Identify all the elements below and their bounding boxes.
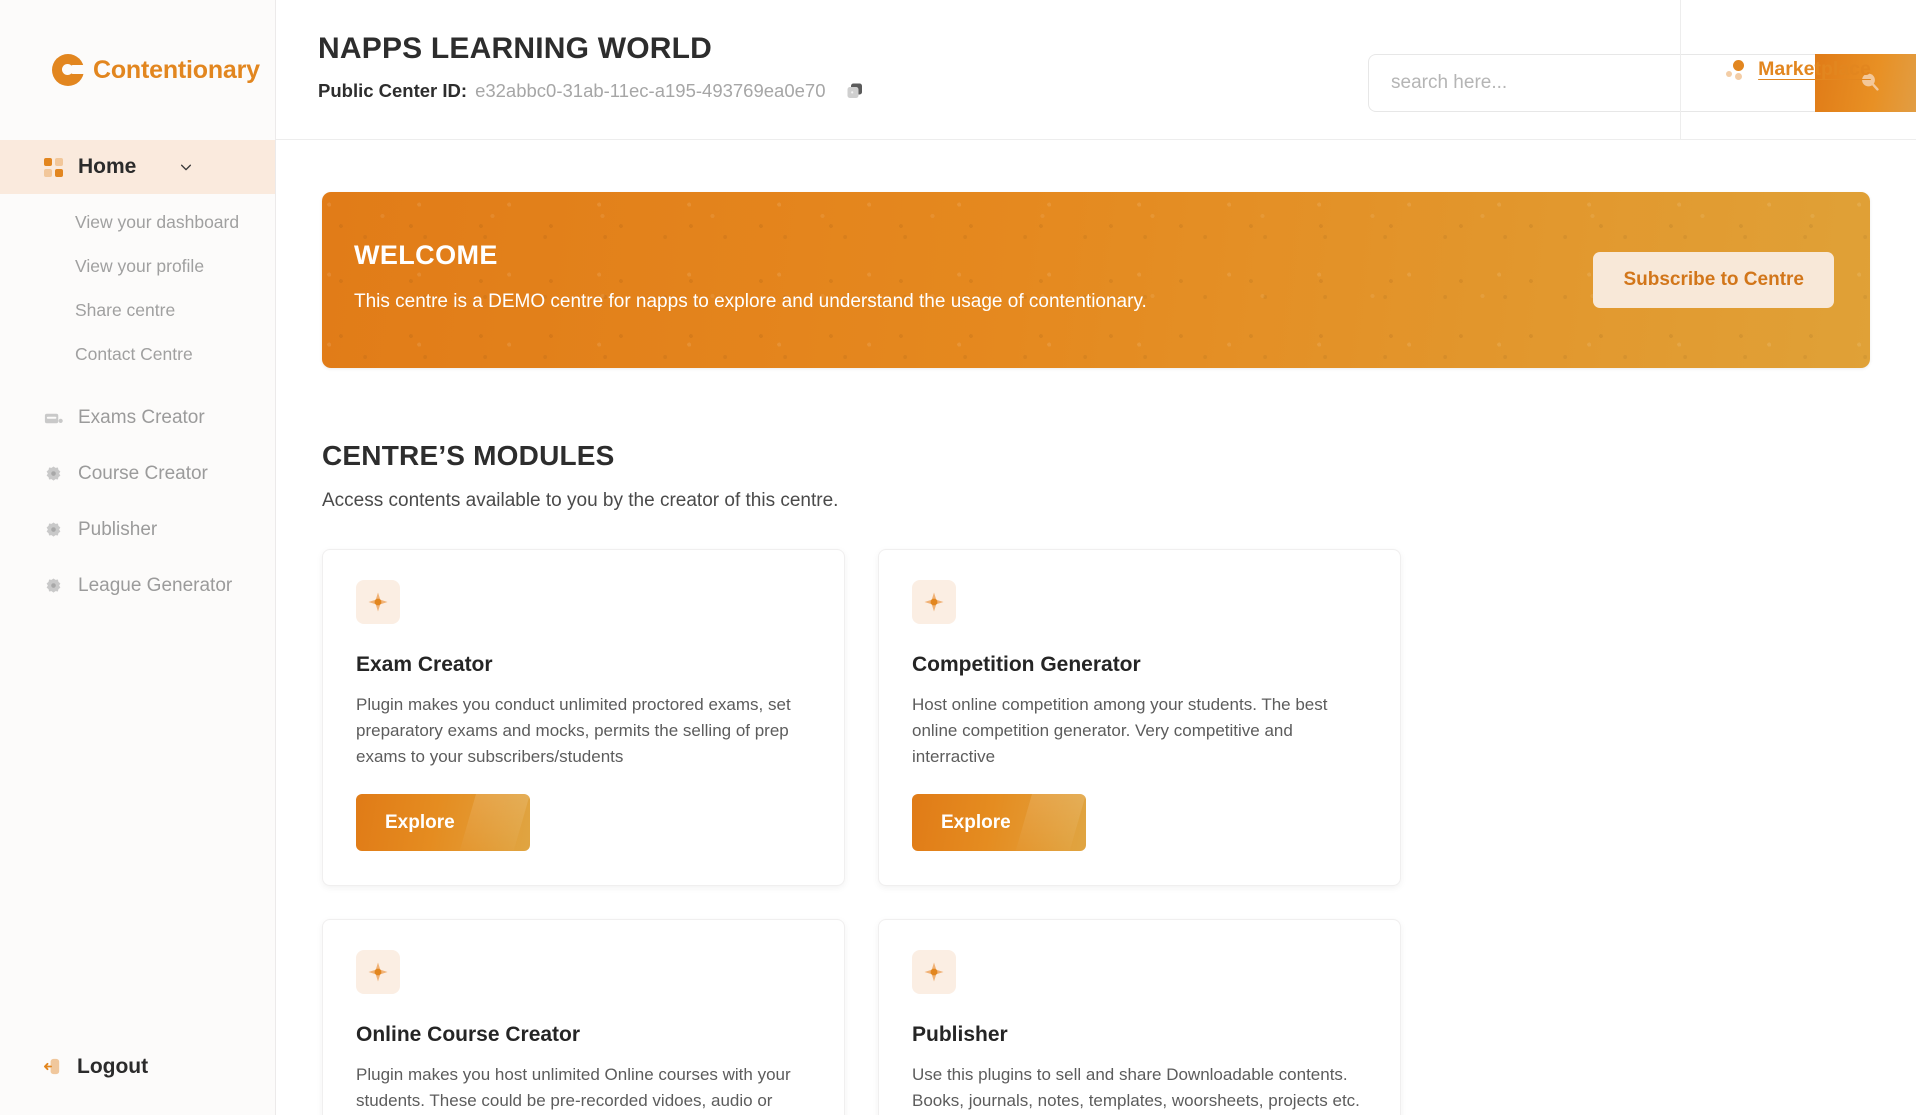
modules-card-grid: Exam Creator Plugin makes you conduct un… bbox=[322, 549, 1870, 1115]
league-generator-icon bbox=[42, 575, 64, 597]
course-creator-icon bbox=[42, 463, 64, 485]
module-card-description: Use this plugins to sell and share Downl… bbox=[912, 1065, 1360, 1110]
explore-button[interactable]: Explore bbox=[356, 794, 530, 851]
marketplace-dots-icon bbox=[1726, 59, 1748, 81]
sidebar-item-home-label: Home bbox=[78, 155, 137, 178]
contentionary-logo-icon bbox=[52, 54, 85, 86]
sidebar-item-home[interactable]: Home bbox=[0, 140, 275, 194]
target-module-icon bbox=[356, 950, 400, 994]
module-card[interactable]: Online Course Creator Plugin makes you h… bbox=[322, 919, 845, 1115]
target-module-icon bbox=[356, 580, 400, 624]
sidebar-item-share-centre[interactable]: Share centre bbox=[0, 288, 275, 332]
page-content: WELCOME This centre is a DEMO centre for… bbox=[276, 140, 1916, 1115]
sidebar-item-publisher-label: Publisher bbox=[78, 519, 158, 540]
exams-creator-icon bbox=[42, 407, 64, 429]
logout-label: Logout bbox=[77, 1055, 149, 1078]
page-title: NAPPS LEARNING WORLD bbox=[318, 32, 712, 65]
grid-dots-icon bbox=[42, 156, 64, 178]
marketplace-label: Marketplace bbox=[1758, 58, 1871, 80]
module-card[interactable]: Exam Creator Plugin makes you conduct un… bbox=[322, 549, 845, 886]
logout-button[interactable]: Logout bbox=[42, 1055, 275, 1079]
module-card-title: Competition Generator bbox=[912, 653, 1141, 676]
module-card-description: Plugin makes you conduct unlimited proct… bbox=[356, 695, 791, 766]
public-center-id-value: e32abbc0-31ab-11ec-a195-493769ea0e70 bbox=[475, 80, 826, 101]
brand-logo[interactable]: Contentionary bbox=[0, 0, 275, 140]
module-card[interactable]: Competition Generator Host online compet… bbox=[878, 549, 1401, 886]
publisher-icon bbox=[42, 519, 64, 541]
sidebar: Contentionary Home View your dashboard V… bbox=[0, 0, 276, 1115]
sidebar-item-league-generator-label: League Generator bbox=[78, 575, 233, 596]
sidebar-item-contact-centre[interactable]: Contact Centre bbox=[0, 332, 275, 376]
module-card-title: Exam Creator bbox=[356, 653, 493, 676]
logout-icon bbox=[42, 1056, 64, 1078]
sidebar-item-view-your-profile[interactable]: View your profile bbox=[0, 244, 275, 288]
marketplace-link[interactable]: Marketplace bbox=[1680, 0, 1916, 139]
module-card-title: Publisher bbox=[912, 1023, 1008, 1046]
copy-icon[interactable] bbox=[844, 80, 866, 102]
subscribe-to-centre-button[interactable]: Subscribe to Centre bbox=[1593, 252, 1834, 308]
target-module-icon bbox=[912, 580, 956, 624]
module-card-description: Plugin makes you host unlimited Online c… bbox=[356, 1065, 791, 1110]
modules-section-subtitle: Access contents available to you by the … bbox=[322, 490, 839, 511]
sidebar-subnav-home: View your dashboard View your profile Sh… bbox=[0, 194, 275, 376]
module-card-title: Online Course Creator bbox=[356, 1023, 581, 1046]
sidebar-item-exams-creator-label: Exams Creator bbox=[78, 407, 205, 428]
public-center-id-label: Public Center ID: bbox=[318, 80, 468, 101]
sidebar-item-course-creator-label: Course Creator bbox=[78, 463, 208, 484]
title-block: NAPPS LEARNING WORLD Public Center ID: e… bbox=[276, 0, 866, 102]
chevron-down-icon[interactable] bbox=[179, 160, 193, 174]
sidebar-item-league-generator[interactable]: League Generator bbox=[0, 558, 275, 614]
target-module-icon bbox=[912, 950, 956, 994]
main-area: NAPPS LEARNING WORLD Public Center ID: e… bbox=[276, 0, 1916, 1115]
modules-section-title: CENTRE’S MODULES bbox=[322, 440, 615, 471]
sidebar-item-exams-creator[interactable]: Exams Creator bbox=[0, 390, 275, 446]
logout-wrap: Logout bbox=[0, 1055, 275, 1115]
explore-button[interactable]: Explore bbox=[912, 794, 1086, 851]
sidebar-item-publisher[interactable]: Publisher bbox=[0, 502, 275, 558]
welcome-banner: WELCOME This centre is a DEMO centre for… bbox=[322, 192, 1870, 368]
brand-name: Contentionary bbox=[93, 55, 260, 84]
module-card-description: Host online competition among your stude… bbox=[912, 695, 1328, 766]
module-card[interactable]: Publisher Use this plugins to sell and s… bbox=[878, 919, 1401, 1115]
sidebar-item-view-your-dashboard[interactable]: View your dashboard bbox=[0, 200, 275, 244]
public-center-id: Public Center ID: e32abbc0-31ab-11ec-a19… bbox=[318, 80, 866, 102]
topbar: NAPPS LEARNING WORLD Public Center ID: e… bbox=[276, 0, 1916, 140]
app-root: Contentionary Home View your dashboard V… bbox=[0, 0, 1916, 1115]
sidebar-nav: Home View your dashboard View your profi… bbox=[0, 140, 275, 1055]
sidebar-item-course-creator[interactable]: Course Creator bbox=[0, 446, 275, 502]
